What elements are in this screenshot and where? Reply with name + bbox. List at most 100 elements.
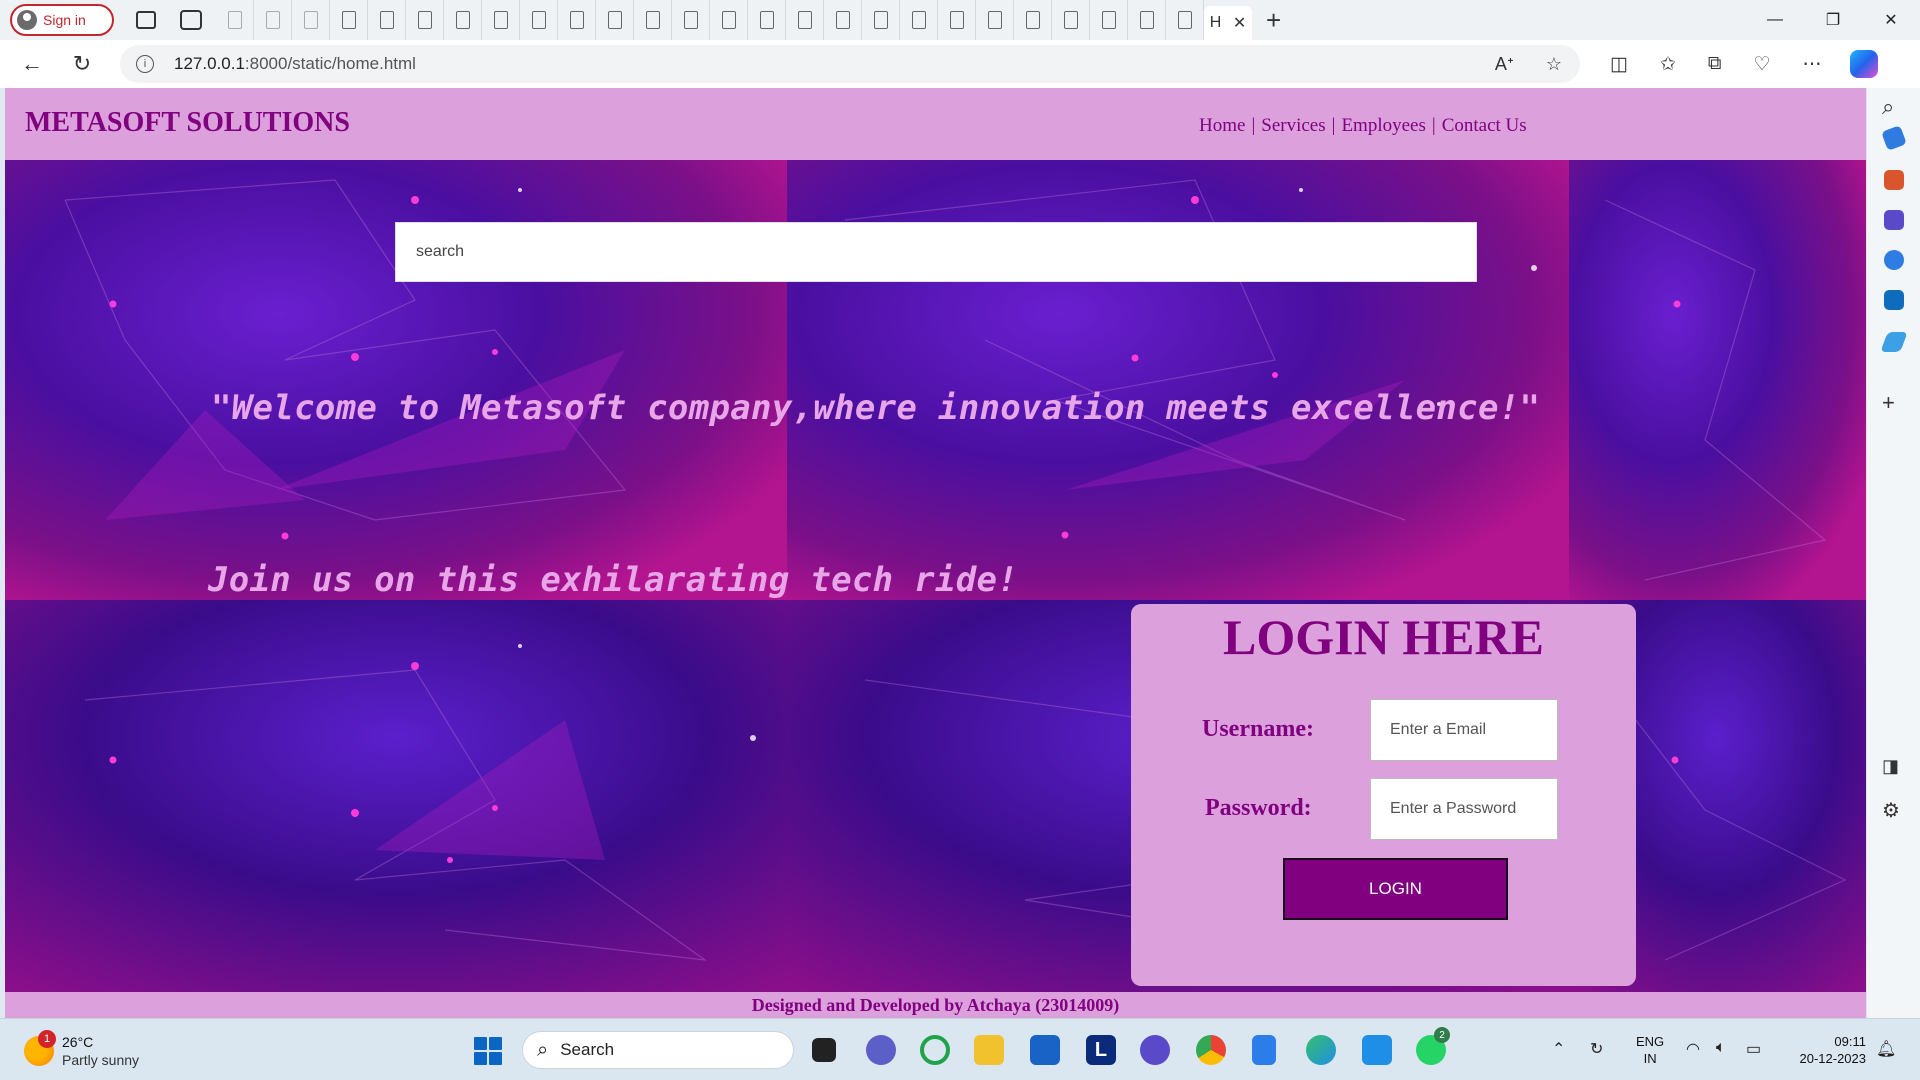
tab[interactable] [596, 0, 634, 40]
page-icon [607, 11, 622, 29]
tab[interactable] [748, 0, 786, 40]
copilot-icon[interactable] [1849, 50, 1878, 78]
volume-icon[interactable]: 🔈︎ [1716, 1039, 1726, 1057]
tab[interactable] [1128, 0, 1166, 40]
close-window-button[interactable]: ✕ [1862, 0, 1920, 40]
url-field[interactable]: i 127.0.0.1:8000/static/home.html Aᐩ ☆ [120, 45, 1580, 83]
site-info-icon[interactable]: i [136, 55, 154, 73]
nav-home-link[interactable]: Home [1199, 115, 1245, 137]
active-tab[interactable]: H ✕ [1204, 6, 1252, 40]
tab-actions-icon[interactable] [180, 10, 202, 30]
show-hidden-icons-chevron-icon[interactable]: ⌃ [1552, 1039, 1565, 1059]
brand-logo-text[interactable]: METASOFT SOLUTIONS [25, 107, 350, 139]
split-screen-icon[interactable]: ◫ [1610, 53, 1628, 76]
vscode-icon[interactable] [1362, 1035, 1392, 1065]
tab[interactable] [406, 0, 444, 40]
notification-bell-icon[interactable]: 🔔︎ [1876, 1039, 1896, 1059]
l-app-icon[interactable]: L [1086, 1035, 1116, 1065]
page-icon [531, 11, 546, 29]
minimize-button[interactable]: — [1746, 0, 1804, 40]
microsoft-store-icon[interactable] [1030, 1035, 1060, 1065]
task-view-icon[interactable] [812, 1038, 836, 1062]
drop-icon[interactable] [1880, 332, 1908, 352]
tab[interactable] [1014, 0, 1052, 40]
username-field[interactable] [1370, 699, 1558, 761]
sync-tray-icon[interactable]: ↻ [1590, 1039, 1603, 1059]
tab[interactable] [634, 0, 672, 40]
nav-contact-link[interactable]: Contact Us [1442, 115, 1527, 137]
meet-chat-icon[interactable] [866, 1035, 896, 1065]
tab[interactable] [938, 0, 976, 40]
tab[interactable] [1090, 0, 1128, 40]
page-icon [873, 11, 888, 29]
performance-icon[interactable]: ♡ [1753, 53, 1770, 76]
tab[interactable] [824, 0, 862, 40]
system-clock[interactable]: 09:11 20-12-2023 [1786, 1033, 1867, 1067]
page-icon [683, 11, 698, 29]
edge-sidebar: ⌕ + ◨ ⚙ [1866, 88, 1920, 1018]
edge-icon[interactable] [1306, 1035, 1336, 1065]
password-label: Password: [1205, 795, 1312, 821]
favorite-star-icon[interactable]: ☆ [1546, 54, 1562, 75]
tab[interactable] [292, 0, 330, 40]
read-aloud-icon[interactable]: Aᐩ [1495, 54, 1514, 75]
add-sidebar-app-icon[interactable]: + [1882, 390, 1895, 416]
tagline: Join us on this exhilarating tech ride! [208, 560, 1019, 600]
password-field[interactable] [1370, 778, 1558, 840]
sync-app-icon[interactable] [920, 1035, 950, 1065]
back-arrow-icon[interactable]: ← [14, 46, 50, 82]
chrome-icon[interactable] [1196, 1035, 1226, 1065]
tab[interactable] [558, 0, 596, 40]
windows-start-icon[interactable] [474, 1037, 502, 1065]
tab[interactable] [862, 0, 900, 40]
tab[interactable] [710, 0, 748, 40]
sign-in-button[interactable]: Sign in [10, 4, 114, 36]
workspaces-icon[interactable] [136, 11, 156, 29]
tab[interactable] [786, 0, 824, 40]
page-icon [341, 11, 356, 29]
taskbar-search-box[interactable]: ⌕ Search [522, 1031, 794, 1069]
tab[interactable] [1166, 0, 1204, 40]
tab[interactable] [330, 0, 368, 40]
tab[interactable] [216, 0, 254, 40]
whatsapp-icon[interactable]: 2 [1416, 1027, 1450, 1065]
notepad-icon[interactable] [1252, 1035, 1276, 1065]
input-language[interactable]: ENG IN [1636, 1033, 1664, 1067]
tab[interactable] [976, 0, 1014, 40]
tab[interactable] [520, 0, 558, 40]
tools-icon[interactable] [1884, 170, 1904, 190]
collections-icon[interactable]: ⧉ [1708, 53, 1722, 75]
weather-widget[interactable]: 1 26°C Partly sunny [24, 1030, 139, 1069]
search-input[interactable] [395, 222, 1477, 282]
settings-gear-icon[interactable]: ⚙ [1882, 798, 1900, 823]
restore-button[interactable]: ❐ [1804, 0, 1862, 40]
wifi-icon[interactable]: ◠ [1686, 1039, 1700, 1059]
nav-employees-link[interactable]: Employees [1341, 115, 1425, 137]
battery-icon[interactable]: ▭ [1746, 1039, 1761, 1059]
url-actions: Aᐩ ☆ [1495, 54, 1562, 75]
page-icon [1101, 11, 1116, 29]
hide-sidebar-icon[interactable]: ◨ [1882, 756, 1899, 777]
nav-services-link[interactable]: Services [1261, 115, 1325, 137]
tab[interactable] [482, 0, 520, 40]
tab[interactable] [368, 0, 406, 40]
tab[interactable] [672, 0, 710, 40]
tab[interactable] [444, 0, 482, 40]
favorites-icon[interactable]: ✩ [1660, 53, 1676, 76]
refresh-icon[interactable]: ↻ [64, 46, 100, 82]
file-explorer-icon[interactable] [974, 1035, 1004, 1065]
tab[interactable] [1052, 0, 1090, 40]
more-menu-icon[interactable]: ⋯ [1803, 53, 1822, 76]
shopping-icon[interactable] [1881, 125, 1907, 151]
outlook-icon[interactable] [1884, 290, 1904, 310]
games-icon[interactable] [1884, 210, 1904, 230]
microsoft-365-icon[interactable] [1884, 250, 1904, 270]
login-button[interactable]: LOGIN [1283, 858, 1508, 920]
arc-app-icon[interactable] [1140, 1035, 1170, 1065]
tab-close-icon[interactable]: ✕ [1233, 13, 1246, 33]
tab[interactable] [900, 0, 938, 40]
nav-separator: | [1331, 115, 1336, 136]
search-icon[interactable]: ⌕ [1882, 94, 1894, 120]
tab[interactable] [254, 0, 292, 40]
new-tab-button[interactable]: + [1266, 5, 1281, 36]
